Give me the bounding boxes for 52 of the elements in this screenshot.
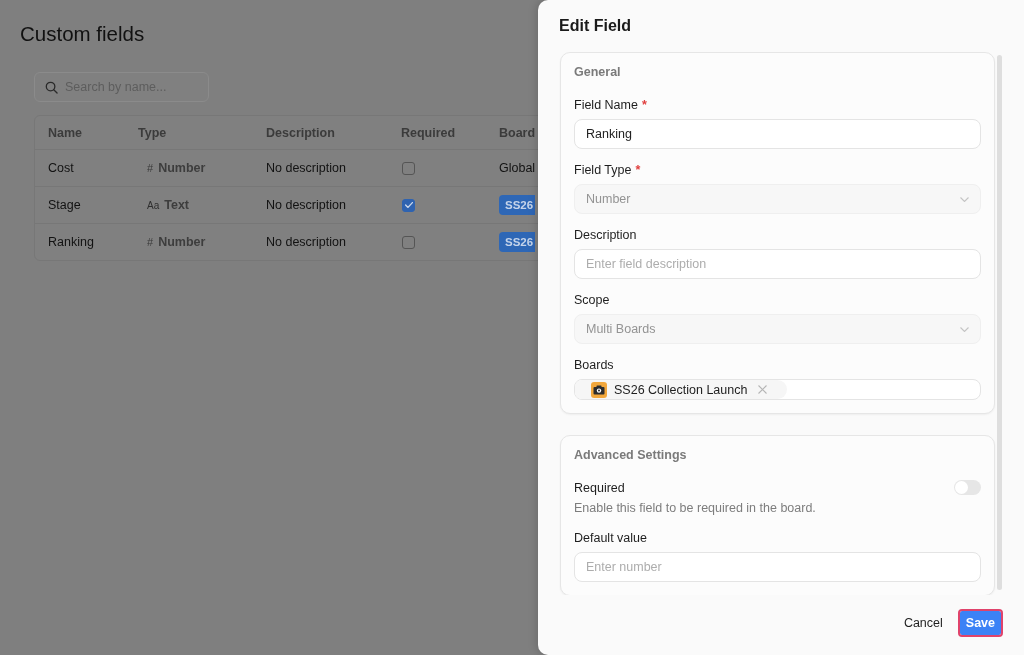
field-label: Description [574,228,637,242]
section-title: Advanced Settings [574,447,687,464]
letters-icon: Aa [147,199,160,211]
column-header: Board [499,125,536,140]
input-field[interactable]: Ranking [574,119,981,149]
chevron-down-icon [960,326,969,332]
column-header: Required [401,125,456,140]
page-title: Custom fields [20,21,145,47]
type-label: Number [158,235,206,249]
hash-icon: # [147,162,154,174]
field-label: Required [574,480,626,497]
type-label: Text [164,198,189,212]
toggle-switch[interactable] [954,480,981,495]
field-label: Scope [574,293,610,307]
table-cell: No description [266,235,346,249]
type-label: Number [158,161,206,175]
cancel-button[interactable]: Cancel [903,612,943,634]
camera-icon [591,381,607,398]
required-asterisk: * [635,163,641,177]
board-tag: SS26 [499,232,536,252]
help-text: Enable this field to be required in the board. [574,500,816,517]
checkbox[interactable] [402,198,415,212]
search-icon [45,81,58,94]
checkbox[interactable] [402,161,415,175]
chevron-down-icon [960,196,969,202]
checkbox[interactable] [402,235,415,249]
close-icon[interactable] [758,385,768,394]
hash-icon: # [147,236,154,248]
required-asterisk: * [641,98,647,112]
column-header: Type [138,125,167,140]
table-cell: Ranking [48,235,94,249]
board-tag: SS26 [499,195,536,215]
field-label: Boards [574,358,614,372]
save-button[interactable]: Save [959,611,1001,635]
section-title: General [574,64,621,81]
field-label: Default value [574,531,647,545]
input-field[interactable]: Enter number [574,552,981,582]
board-chip[interactable]: SS26 Collection Launch [575,380,788,399]
drawer-title: Edit Field [559,16,631,36]
table-cell: Stage [48,198,81,212]
boards-field[interactable]: SS26 Collection Launch [574,379,981,400]
table-cell: No description [266,198,346,212]
column-header: Name [48,125,83,140]
column-header: Description [266,125,335,140]
table-cell: Cost [48,161,74,175]
table-cell: No description [266,161,346,175]
input-field[interactable]: Enter field description [574,249,981,279]
field-label: Field Name [574,98,638,112]
table-cell: Global [499,161,536,175]
scrollbar[interactable] [997,55,1002,590]
field-label: Field Type [574,163,632,177]
checkmark-icon [404,202,413,208]
